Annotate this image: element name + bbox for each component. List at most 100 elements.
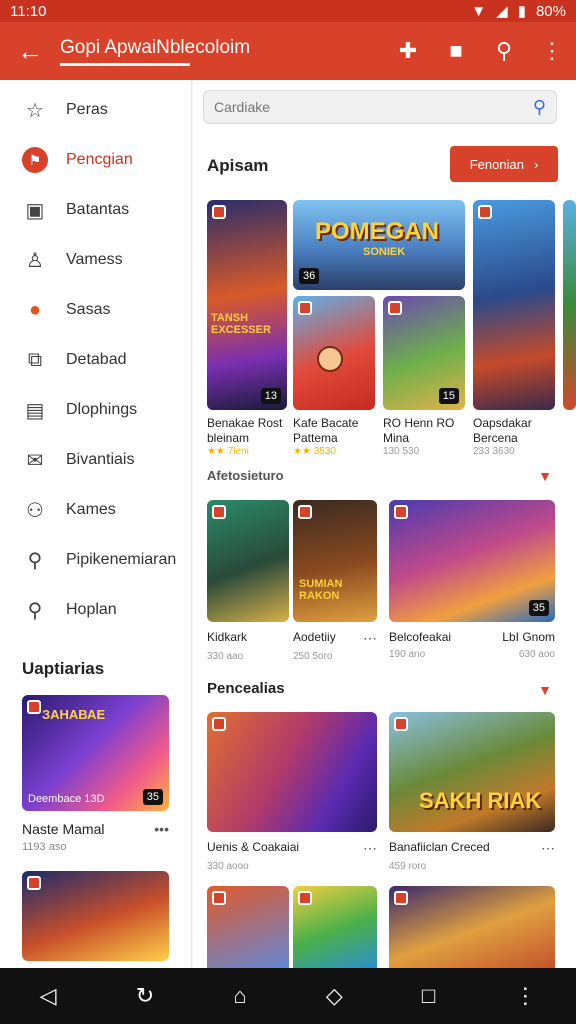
more-icon[interactable]: ⋯ [363,840,377,857]
card-title: RO Henn RO Mina [383,416,455,445]
game-card[interactable]: Kafe Bacate Pattema ★★ 3530 [293,296,375,457]
card-title: Kafe Bacate Pattema [293,416,359,445]
sidebar-item-label: Kames [66,501,116,518]
game-card[interactable]: 15 RO Henn RO Mina 130 530 [383,296,465,457]
button-label: Fenonian [469,156,524,172]
home-icon[interactable]: ⌂ [233,983,246,1009]
more-icon[interactable]: ⋮ [538,38,566,64]
sidebar-item-dlophings[interactable]: ▤ Dlophings [0,385,191,435]
more-icon[interactable]: ⋯ [363,630,377,647]
rotate-icon[interactable]: ↻ [136,983,154,1009]
user-icon: ♙ [26,249,44,272]
chevron-down-icon[interactable]: ▼ [538,682,552,698]
sidebar-item-label: Hoplan [66,601,117,618]
game-card[interactable]: TANSH EXCESSER 13 Benakae Rost bleinam ★… [207,200,287,457]
people-icon: ⚇ [26,499,44,522]
card-title: Naste Mamal [22,821,105,837]
count-badge: 36 [299,268,320,284]
sidebar-item-label: Peras [66,101,108,118]
game-thumbnail [563,200,576,410]
app-badge-icon [394,505,408,519]
sidebar-item-sasas[interactable]: ● Sasas [0,285,191,335]
add-icon[interactable]: ✚ [394,38,422,64]
card-subtitle: 459 roro [389,861,427,872]
back-nav-icon[interactable]: ◁ [40,983,57,1009]
more-icon[interactable]: ••• [154,821,169,837]
folder-icon[interactable]: ■ [442,38,470,64]
count-badge: 15 [438,388,459,404]
app-badge-icon [388,301,402,315]
sidebar-item-bivantiais[interactable]: ✉ Bivantiais [0,435,191,485]
chevron-down-icon[interactable]: ▼ [538,468,552,484]
search-icon: ⚲ [27,549,43,572]
count-badge: 35 [142,789,163,805]
card-title: Uenis & Coakaiai [207,840,300,854]
sidebar-item-kames[interactable]: ⚇ Kames [0,485,191,535]
pin-icon: ⚲ [27,599,43,622]
sidebar-item-label: Batantas [66,201,130,218]
game-card[interactable] [293,886,377,968]
search-bar[interactable]: ⚲ [203,90,557,124]
search-icon[interactable]: ⚲ [490,38,518,64]
puzzle-icon: ⧉ [27,348,43,371]
main-content: ⚲ Apisam Fenonian › TANSH EXCESSER 13 Ben… [193,80,576,968]
card-title: Benakae Rost bleinam [207,416,283,445]
app-badge-icon [298,505,312,519]
sidebar-item-label: Bivantiais [66,451,135,468]
search-icon[interactable]: ⚲ [533,97,546,118]
chevron-right-icon: › [533,156,539,172]
game-card[interactable]: 35 Belcofeakai LbI Gnom 190 ano 630 aoo [389,500,555,660]
clock: 11:10 [10,2,47,20]
sidebar-item-vamess[interactable]: ♙ Vamess [0,235,191,285]
sidebar-item-peras[interactable]: ☆ Peras [0,85,191,135]
game-thumbnail [22,871,169,961]
game-card[interactable]: Oapsdakar Bercena 233 3630 [473,200,555,457]
back-icon[interactable]: ← [0,36,60,67]
count-badge: 35 [528,600,549,616]
card-subtitle: 1193 aso [22,841,67,853]
section-title: Apisam [207,156,269,175]
game-card[interactable]: SUMIAN RAKON Aodetiiy ⋯ 250 5oro [293,500,377,662]
game-card-partial[interactable] [563,200,576,410]
game-thumbnail: ЗАНАВАЕ Deembace 13D 35 [22,695,169,811]
recents-icon[interactable]: □ [422,983,435,1009]
sidebar-section-title: Uaptiarias [22,659,105,678]
more-icon[interactable]: ⋮ [514,983,536,1009]
sidebar-card[interactable] [22,871,169,961]
section-action-button[interactable]: Fenonian › [450,146,558,182]
game-card[interactable] [389,886,555,968]
sidebar-item-detabad[interactable]: ⧉ Detabad [0,335,191,385]
game-thumbnail [293,296,375,410]
wifi-icon: ▼ [471,2,487,20]
game-card[interactable]: Kidkark 330 aao [207,500,289,662]
sidebar-item-label: Dlophings [66,401,138,418]
game-card[interactable]: Uenis & Coakaiai ⋯ 330 aooo [207,712,377,872]
game-card[interactable] [207,886,289,968]
card-subtitle: 630 aoo [518,649,555,660]
sidebar-item-label: Vamess [66,251,123,268]
game-card[interactable]: POMEGAN SONIEK 36 [293,200,465,290]
card-subtitle: 250 5oro [293,651,333,662]
app-badge-icon [298,301,312,315]
rating: ★★ 3530 [293,446,336,457]
sidebar-item-batantas[interactable]: ▣ Batantas [0,185,191,235]
star-icon: ☆ [26,99,44,122]
game-thumbnail: POMEGAN SONIEK 36 [293,200,465,290]
sidebar-item-pipikenemiaran[interactable]: ⚲ Pipikenemiaran [0,535,191,585]
sidebar-item-hoplan[interactable]: ⚲ Hoplan [0,585,191,635]
rating: ★★ 7leni [207,446,249,457]
sidebar-card[interactable]: ЗАНАВАЕ Deembace 13D 35 Naste Mamal ••• … [22,695,169,853]
more-icon[interactable]: ⋯ [541,840,555,857]
card-subtitle: 130 530 [383,446,420,457]
game-thumbnail [293,886,377,968]
app-badge-icon [394,717,408,731]
game-card[interactable]: SAKH RIAK Banafiiclan Creced ⋯ 459 roro [389,712,555,872]
card-title: LbI Gnom [502,630,555,644]
search-input[interactable] [214,99,533,115]
game-thumbnail: TANSH EXCESSER 13 [207,200,287,410]
sidebar-item-label: Sasas [66,301,111,318]
sidebar-item-label: Detabad [66,351,127,368]
sidebar-item-pencgian[interactable]: ⚑ Pencgian [0,135,191,185]
diamond-icon[interactable]: ◇ [326,983,343,1009]
flag-icon: ⚑ [22,147,48,173]
